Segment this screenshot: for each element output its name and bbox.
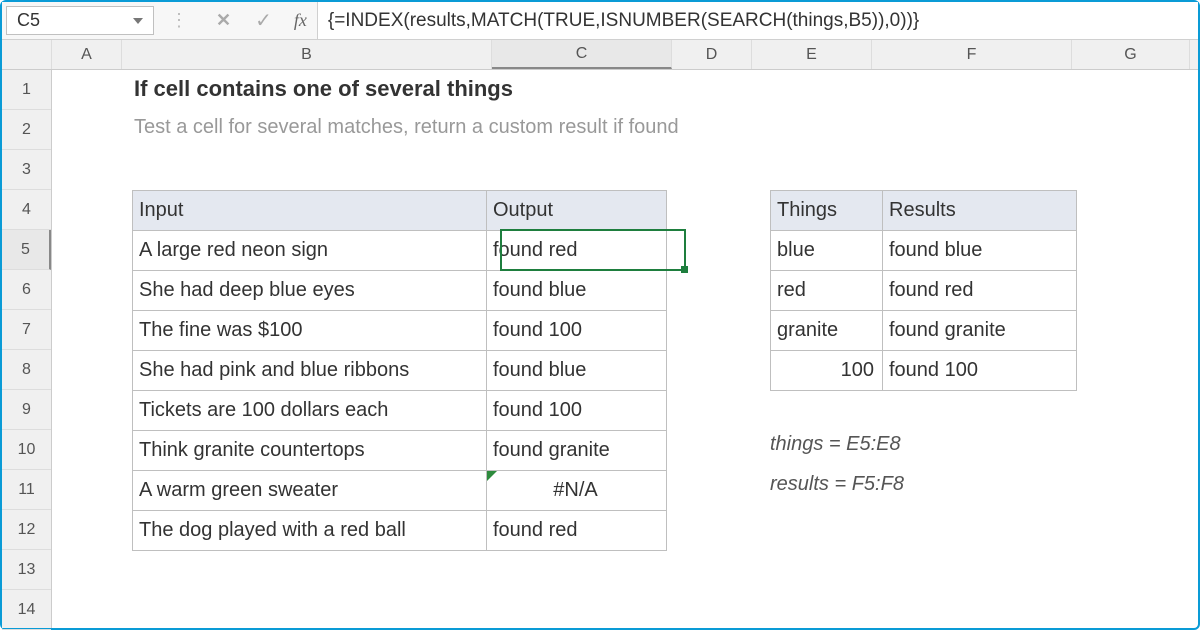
cell-input[interactable]: The fine was $100 bbox=[133, 311, 487, 351]
select-all-corner[interactable] bbox=[2, 40, 52, 69]
named-range-notes: things = E5:E8 results = F5:F8 bbox=[770, 424, 904, 504]
row-header[interactable]: 10 bbox=[2, 430, 51, 470]
col-header[interactable]: B bbox=[122, 40, 492, 69]
formula-bar: C5 ⋮ ✕ ✓ fx {=INDEX(results,MATCH(TRUE,I… bbox=[2, 2, 1198, 40]
col-header[interactable]: D bbox=[672, 40, 752, 69]
formula-bar-separator: ⋮ bbox=[154, 2, 204, 39]
cell-result[interactable]: found blue bbox=[883, 231, 1077, 271]
column-headers: A B C D E F G bbox=[2, 40, 1198, 70]
cell-output[interactable]: found blue bbox=[487, 351, 667, 391]
cell-output[interactable]: found 100 bbox=[487, 391, 667, 431]
row-header[interactable]: 6 bbox=[2, 270, 51, 310]
cell-output[interactable]: found red bbox=[487, 231, 667, 271]
table-row: She had deep blue eyesfound blue bbox=[133, 271, 667, 311]
header-things[interactable]: Things bbox=[771, 191, 883, 231]
cell-input[interactable]: The dog played with a red ball bbox=[133, 511, 487, 551]
cell-output[interactable]: found granite bbox=[487, 431, 667, 471]
table-row: 100found 100 bbox=[771, 351, 1077, 391]
name-box[interactable]: C5 bbox=[6, 6, 154, 35]
cell-thing[interactable]: 100 bbox=[771, 351, 883, 391]
error-indicator-icon[interactable] bbox=[487, 471, 497, 481]
row-header[interactable]: 4 bbox=[2, 190, 51, 230]
col-header[interactable]: A bbox=[52, 40, 122, 69]
cell-input[interactable]: She had pink and blue ribbons bbox=[133, 351, 487, 391]
row-header[interactable]: 7 bbox=[2, 310, 51, 350]
table-row: A large red neon signfound red bbox=[133, 231, 667, 271]
cancel-icon[interactable]: ✕ bbox=[216, 10, 231, 31]
table-row: redfound red bbox=[771, 271, 1077, 311]
row-headers: 1234567891011121314 bbox=[2, 70, 52, 628]
cell-output[interactable]: found blue bbox=[487, 271, 667, 311]
formula-input[interactable]: {=INDEX(results,MATCH(TRUE,ISNUMBER(SEAR… bbox=[317, 2, 1198, 39]
cell-thing[interactable]: granite bbox=[771, 311, 883, 351]
row-header[interactable]: 9 bbox=[2, 390, 51, 430]
row-header[interactable]: 2 bbox=[2, 110, 51, 150]
col-header[interactable]: E bbox=[752, 40, 872, 69]
col-header[interactable]: F bbox=[872, 40, 1072, 69]
cell-output[interactable]: found red bbox=[487, 511, 667, 551]
table-row: The fine was $100found 100 bbox=[133, 311, 667, 351]
cell-input[interactable]: Tickets are 100 dollars each bbox=[133, 391, 487, 431]
cell-result[interactable]: found 100 bbox=[883, 351, 1077, 391]
row-header[interactable]: 12 bbox=[2, 510, 51, 550]
table-row: Tickets are 100 dollars eachfound 100 bbox=[133, 391, 667, 431]
name-box-value: C5 bbox=[17, 10, 40, 31]
page-title: If cell contains one of several things bbox=[134, 76, 513, 102]
cell-output[interactable]: #N/A bbox=[487, 471, 667, 511]
page-subtitle: Test a cell for several matches, return … bbox=[134, 116, 679, 139]
table-row: A warm green sweater#N/A bbox=[133, 471, 667, 511]
row-header[interactable]: 8 bbox=[2, 350, 51, 390]
row-header[interactable]: 3 bbox=[2, 150, 51, 190]
cell-result[interactable]: found red bbox=[883, 271, 1077, 311]
col-header[interactable]: G bbox=[1072, 40, 1190, 69]
header-results[interactable]: Results bbox=[883, 191, 1077, 231]
col-header[interactable]: C bbox=[492, 40, 672, 69]
header-output[interactable]: Output bbox=[487, 191, 667, 231]
row-header[interactable]: 11 bbox=[2, 470, 51, 510]
chevron-down-icon[interactable] bbox=[133, 18, 143, 24]
fx-icon[interactable]: fx bbox=[284, 2, 317, 39]
note-results: results = F5:F8 bbox=[770, 464, 904, 504]
row-header[interactable]: 13 bbox=[2, 550, 51, 590]
cell-thing[interactable]: red bbox=[771, 271, 883, 311]
cell-result[interactable]: found granite bbox=[883, 311, 1077, 351]
table-row: The dog played with a red ballfound red bbox=[133, 511, 667, 551]
formula-bar-buttons: ✕ ✓ bbox=[204, 2, 284, 39]
header-input[interactable]: Input bbox=[133, 191, 487, 231]
row-header[interactable]: 14 bbox=[2, 590, 51, 630]
table-row: granitefound granite bbox=[771, 311, 1077, 351]
table-row: Think granite countertopsfound granite bbox=[133, 431, 667, 471]
row-header[interactable]: 5 bbox=[2, 230, 51, 270]
fill-handle[interactable] bbox=[681, 266, 688, 273]
note-things: things = E5:E8 bbox=[770, 424, 904, 464]
row-header[interactable]: 1 bbox=[2, 70, 51, 110]
table-row: She had pink and blue ribbonsfound blue bbox=[133, 351, 667, 391]
cell-thing[interactable]: blue bbox=[771, 231, 883, 271]
cell-input[interactable]: Think granite countertops bbox=[133, 431, 487, 471]
enter-icon[interactable]: ✓ bbox=[255, 8, 272, 33]
grid-cells[interactable]: If cell contains one of several things T… bbox=[52, 70, 1198, 628]
cell-output[interactable]: found 100 bbox=[487, 311, 667, 351]
cell-input[interactable]: A large red neon sign bbox=[133, 231, 487, 271]
main-table: Input Output A large red neon signfound … bbox=[132, 190, 667, 551]
lookup-table: Things Results bluefound blueredfound re… bbox=[770, 190, 1077, 391]
cell-input[interactable]: She had deep blue eyes bbox=[133, 271, 487, 311]
cell-input[interactable]: A warm green sweater bbox=[133, 471, 487, 511]
table-row: bluefound blue bbox=[771, 231, 1077, 271]
